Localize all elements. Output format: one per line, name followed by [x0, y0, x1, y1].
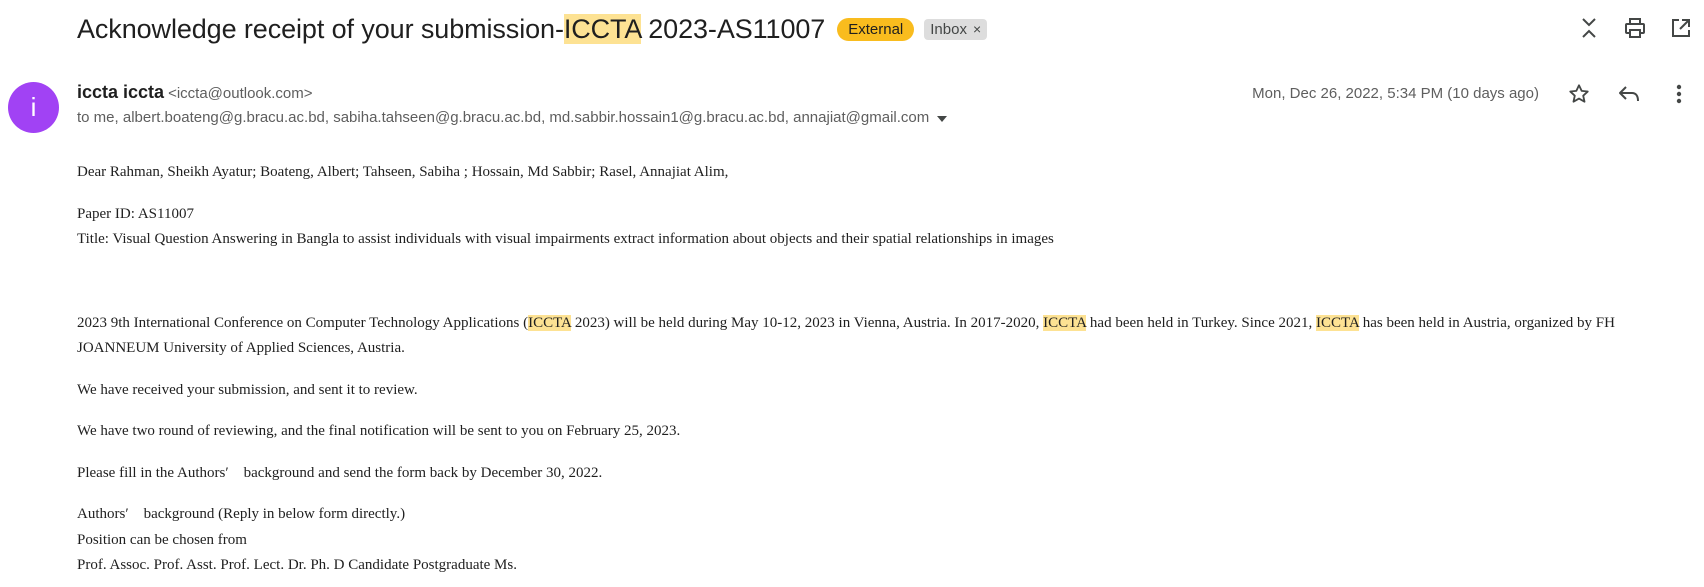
avatar[interactable]: i [8, 82, 59, 133]
highlight: ICCTA [528, 314, 572, 331]
show-details-icon[interactable] [937, 109, 948, 126]
received-paragraph: We have received your submission, and se… [77, 381, 418, 398]
positions-list: Prof. Assoc. Prof. Asst. Prof. Lect. Dr.… [77, 557, 517, 573]
position-line: Position can be chosen from [77, 531, 247, 548]
open-in-new-window-icon[interactable] [1658, 14, 1704, 42]
email-body: Dear Rahman, Sheikh Ayatur; Boateng, Alb… [77, 160, 1677, 579]
print-icon[interactable] [1612, 14, 1658, 42]
reply-icon[interactable] [1604, 80, 1654, 108]
sender-email: <iccta@outlook.com> [168, 85, 313, 102]
highlight: ICCTA [1316, 314, 1359, 331]
subject-text-suffix: 2023-AS11007 [640, 13, 826, 44]
fill-paragraph: Please fill in the Authors′ background a… [77, 464, 603, 481]
star-icon[interactable] [1554, 80, 1604, 108]
greeting: Dear Rahman, Sheikh Ayatur; Boateng, Alb… [77, 164, 729, 180]
inbox-label-text: Inbox [930, 20, 967, 38]
sender-name[interactable]: iccta iccta [77, 82, 164, 102]
subject-highlight: ICCTA [563, 13, 641, 44]
message-actions [1554, 80, 1704, 108]
conference-paragraph: 2023 9th International Conference on Com… [77, 314, 1615, 356]
inbox-label-chip[interactable]: Inbox × [924, 18, 988, 40]
collapse-icon[interactable] [1566, 14, 1612, 42]
email-subject-row: Acknowledge receipt of your submission-I… [77, 10, 988, 48]
recipients-line: to me, albert.boateng@g.bracu.ac.bd, sab… [77, 109, 948, 126]
remove-label-button[interactable]: × [973, 21, 981, 37]
external-badge: External [837, 17, 915, 41]
review-paragraph: We have two round of reviewing, and the … [77, 423, 681, 439]
more-vert-icon[interactable] [1654, 80, 1704, 108]
recipients-text: to me, albert.boateng@g.bracu.ac.bd, sab… [77, 109, 930, 126]
authors-background-line: Authors′ background (Reply in below form… [77, 506, 406, 522]
email-subject: Acknowledge receipt of your submission-I… [77, 13, 826, 45]
paper-id: Paper ID: AS11007 [77, 205, 194, 222]
highlight: ICCTA [1043, 314, 1087, 331]
top-toolbar [1566, 14, 1704, 42]
sender-line: iccta iccta <iccta@outlook.com> [77, 82, 313, 103]
email-date: Mon, Dec 26, 2022, 5:34 PM (10 days ago) [1252, 85, 1539, 102]
paper-title: Title: Visual Question Answering in Bang… [77, 231, 1054, 247]
subject-text: Acknowledge receipt of your submission- [77, 13, 564, 44]
